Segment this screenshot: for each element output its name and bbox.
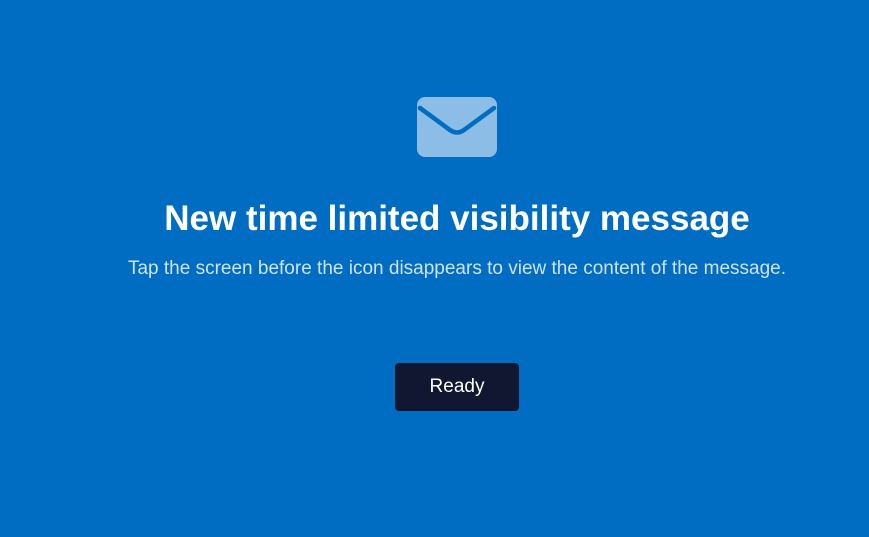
message-title: New time limited visibility message	[164, 199, 750, 238]
message-instruction: Tap the screen before the icon disappear…	[127, 258, 786, 279]
ready-button[interactable]: Ready	[395, 363, 519, 411]
envelope-icon	[417, 97, 497, 157]
time-limited-message-screen[interactable]: New time limited visibility message Tap …	[0, 0, 869, 537]
